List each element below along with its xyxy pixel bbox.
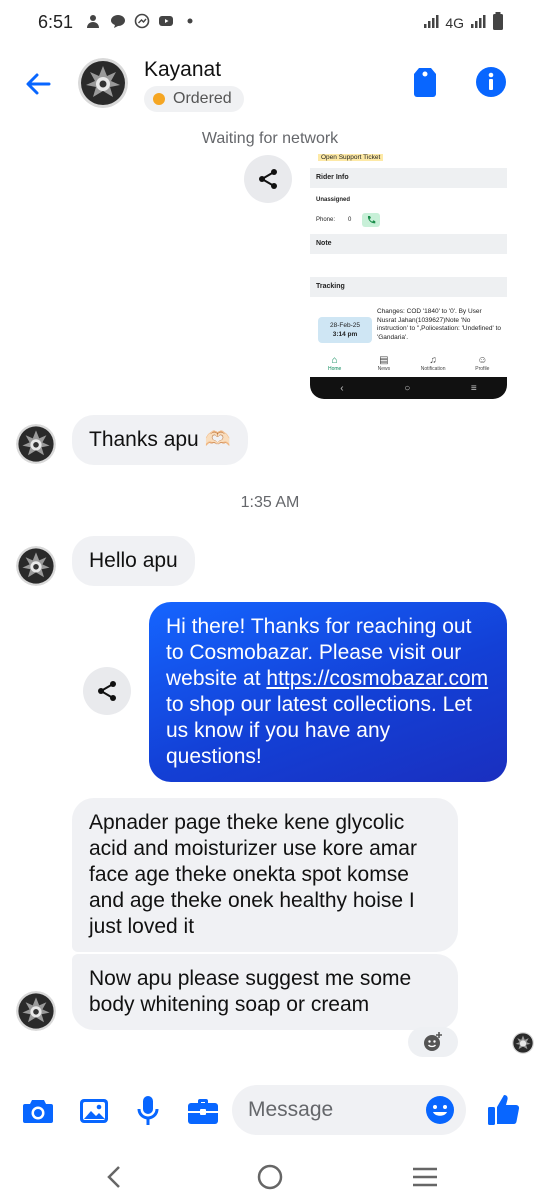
business-tools-button[interactable] — [186, 1094, 220, 1128]
message-bubble-incoming[interactable]: Now apu please suggest me some body whit… — [72, 954, 458, 1030]
share-icon — [259, 169, 277, 189]
image-icon — [80, 1099, 108, 1123]
arrow-left-icon — [26, 73, 51, 95]
tracking-change-text: Changes: COD '1840' to '0'. By User Nusr… — [377, 308, 501, 341]
chat-header: Kayanat Ordered — [0, 44, 540, 124]
network-notice: Waiting for network — [201, 130, 339, 147]
sender-avatar[interactable] — [16, 991, 56, 1031]
network-type: 4G — [445, 14, 464, 31]
share-button[interactable] — [244, 155, 292, 203]
screenshot-system-bar: ‹ ○ ≡ — [310, 377, 507, 399]
info-button[interactable] — [475, 66, 507, 98]
message-bubble-outgoing[interactable]: Hi there! Thanks for reaching out to Cos… — [149, 602, 507, 782]
shot-home-icon: ○ — [404, 382, 411, 394]
profile-icon: ☺ — [477, 355, 488, 366]
tag-icon — [414, 68, 436, 97]
camera-button[interactable] — [21, 1094, 55, 1128]
like-button[interactable] — [486, 1092, 522, 1128]
message-bubble-incoming[interactable]: Thanks apu 🫶🏻 — [72, 415, 248, 465]
sender-avatar[interactable] — [16, 546, 56, 586]
order-status-badge[interactable]: Ordered — [144, 86, 244, 112]
shot-back-icon: ‹ — [340, 382, 344, 394]
phone-value: 0 — [348, 217, 352, 223]
circle-home-icon — [257, 1164, 283, 1190]
info-icon — [476, 67, 506, 97]
dot-icon — [182, 13, 198, 29]
shot-nav-profile: ☺ Profile — [462, 353, 502, 377]
status-bar: 6:51 4G — [0, 0, 540, 44]
shot-nav-notification: ♫ Notification — [413, 353, 453, 377]
message-bubble-incoming[interactable]: Apnader page theke kene glycolic acid an… — [72, 798, 458, 952]
home-icon: ⌂ — [331, 355, 338, 366]
add-reaction-button[interactable] — [408, 1027, 458, 1057]
contact-avatar[interactable] — [78, 58, 128, 108]
image-attachment[interactable]: Open Support Ticket Rider Info Unassigne… — [310, 153, 507, 399]
share-icon — [98, 681, 116, 701]
tracking-heading: Tracking — [310, 277, 507, 297]
phone-call-icon — [362, 213, 380, 227]
rider-unassigned: Unassigned — [316, 197, 351, 203]
label-button[interactable] — [410, 66, 440, 98]
rider-info-heading: Rider Info — [310, 168, 507, 188]
camera-icon — [23, 1100, 53, 1123]
signal-icon-2 — [470, 14, 486, 31]
back-button[interactable] — [22, 68, 54, 100]
shot-menu-icon: ≡ — [470, 382, 477, 394]
status-right: 4G — [423, 12, 504, 33]
shot-nav-news: ▤ News — [364, 353, 404, 377]
support-ticket-label: Open Support Ticket — [318, 154, 384, 161]
status-notification-icons — [86, 13, 198, 29]
chat-icon — [110, 13, 126, 29]
emoji-icon — [426, 1096, 454, 1124]
phone-label: Phone: — [316, 217, 336, 223]
tracking-date: 28-Feb-25 — [330, 322, 360, 329]
signal-icon — [423, 14, 439, 31]
messenger-icon — [134, 13, 150, 29]
website-link[interactable]: https://cosmobazar.com — [266, 667, 488, 690]
news-icon: ▤ — [379, 355, 389, 366]
gallery-button[interactable] — [77, 1094, 111, 1128]
thumbs-up-icon — [488, 1095, 520, 1125]
status-time: 6:51 — [38, 12, 74, 32]
status-dot-icon — [153, 93, 165, 105]
chevron-left-icon — [107, 1166, 120, 1188]
shot-nav-home: ⌂ Home — [315, 353, 355, 377]
timestamp-divider: 1:35 AM — [240, 494, 300, 511]
nav-back-button[interactable] — [100, 1162, 130, 1192]
note-heading: Note — [310, 234, 507, 254]
voice-button[interactable] — [131, 1094, 165, 1128]
contact-name[interactable]: Kayanat — [144, 58, 221, 82]
emoji-add-icon — [424, 1032, 442, 1051]
nav-recents-button[interactable] — [410, 1162, 440, 1192]
youtube-icon — [158, 13, 174, 29]
message-composer — [0, 1084, 540, 1138]
seen-indicator-avatar — [512, 1032, 534, 1054]
share-button[interactable] — [83, 667, 131, 715]
battery-icon — [492, 12, 504, 33]
microphone-icon — [137, 1096, 159, 1125]
message-bubble-incoming[interactable]: Hello apu — [72, 536, 195, 586]
tracking-time: 3:14 pm — [332, 331, 358, 338]
screenshot-nav: ⌂ Home ▤ News ♫ Notification ☺ Profile — [310, 353, 507, 377]
bell-icon: ♫ — [429, 355, 437, 366]
emoji-button[interactable] — [424, 1094, 456, 1126]
briefcase-icon — [188, 1099, 218, 1124]
system-navigation-bar — [0, 1150, 540, 1204]
person-icon — [86, 13, 102, 29]
tracking-date-badge: 28-Feb-25 3:14 pm — [318, 317, 372, 343]
nav-home-button[interactable] — [255, 1162, 285, 1192]
menu-lines-icon — [413, 1167, 437, 1187]
reply-text-end: to shop our latest collections. Let us k… — [166, 693, 472, 768]
sender-avatar[interactable] — [16, 424, 56, 464]
status-label: Ordered — [173, 90, 232, 107]
